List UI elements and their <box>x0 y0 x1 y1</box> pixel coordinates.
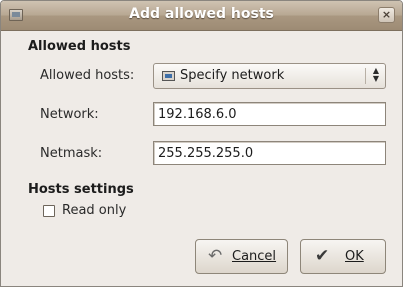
network-label: Network: <box>40 107 99 122</box>
cancel-icon: ↶ <box>208 246 223 266</box>
allowed-hosts-section-title: Allowed hosts <box>28 39 131 54</box>
cancel-button[interactable]: ↶ Cancel <box>195 239 288 274</box>
close-icon: × <box>381 8 392 21</box>
cancel-button-label: Cancel <box>232 249 277 264</box>
combo-separator <box>365 68 366 84</box>
netmask-field[interactable] <box>153 141 386 165</box>
dialog-window: Add allowed hosts × Allowed hosts Allowe… <box>0 0 403 287</box>
window-title: Add allowed hosts <box>129 6 274 22</box>
read-only-label[interactable]: Read only <box>62 203 126 218</box>
title-bar[interactable]: Add allowed hosts × <box>1 1 402 31</box>
updown-arrows-icon: ▲ ▼ <box>372 66 379 83</box>
allowed-hosts-combo[interactable]: Specify network ▲ ▼ <box>153 63 386 89</box>
close-button[interactable]: × <box>378 7 395 23</box>
allowed-hosts-label: Allowed hosts: <box>40 68 135 83</box>
hosts-settings-section-title: Hosts settings <box>28 182 134 197</box>
netmask-label: Netmask: <box>40 146 103 161</box>
network-field[interactable] <box>153 102 386 126</box>
network-icon <box>162 71 175 81</box>
read-only-checkbox[interactable] <box>43 205 55 217</box>
allowed-hosts-combo-value: Specify network <box>180 68 285 83</box>
ok-button-label: OK <box>345 249 364 264</box>
ok-icon: ✔ <box>315 246 330 266</box>
ok-button[interactable]: ✔ OK <box>300 239 386 274</box>
